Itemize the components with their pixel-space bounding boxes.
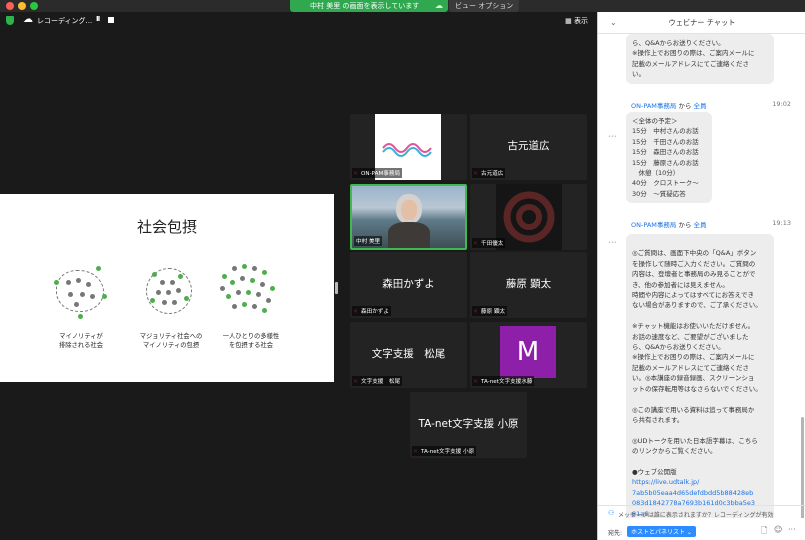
slide-caption-integration: マジョリティ社会への マイノリティの包摂: [139, 333, 203, 349]
shared-screen-slide: 社会包摂 マイノリティが 排除される社会 マジョリティ社会への マイノリティの包…: [0, 194, 334, 382]
chat-recipient: 全員: [693, 102, 707, 110]
grid-view-icon: ▦: [565, 17, 574, 25]
webinar-chat-panel: ⌄ ウェビナー チャット ら、Q&Aからお送りください。 ※操作上でお困りの際は…: [597, 12, 805, 540]
chat-message: ら、Q&Aからお送りください。 ※操作上でお困りの際は、ご案内メールに 記載のメ…: [626, 34, 774, 84]
chat-message: ＜全体の予定＞ 15分 中村さんのお話 15分 千田さんのお話 15分 森田さん…: [626, 112, 712, 204]
video-tile-ohara[interactable]: TA-net文字支援 小原 ✕ TA-net文字支援 小原: [410, 392, 527, 458]
slide-caption-inclusion: 一人ひとりの多様性 を包摂する社会: [222, 333, 280, 349]
chat-title: ウェビナー チャット: [668, 18, 736, 27]
chat-recipient: 全員: [693, 221, 707, 229]
more-icon[interactable]: ···: [788, 525, 796, 534]
file-icon[interactable]: 🗋: [761, 525, 767, 539]
maximize-window-button[interactable]: [30, 2, 38, 10]
screen-sharing-banner: 中村 美里 の画面を表示しています ☁: [290, 0, 448, 12]
avatar: •••: [608, 134, 617, 140]
view-options-button[interactable]: ビュー オプション ⌄: [449, 0, 519, 22]
tile-name: 千田優太: [472, 238, 506, 248]
chat-header: ⌄ ウェビナー チャット: [598, 12, 805, 34]
recipient-select[interactable]: ホストとパネリスト ⌄: [627, 526, 696, 537]
view-button[interactable]: ▦ 表示: [565, 16, 588, 26]
emoji-icon[interactable]: ☺: [774, 525, 782, 534]
tile-name: 藤原 顕太: [472, 306, 508, 316]
cloud-recording-icon: ☁: [23, 14, 33, 25]
resize-handle[interactable]: [335, 282, 338, 294]
meeting-area: ☁ レコーディング... II ▦ 表示 社会包摂 マイノリティが 排除される社…: [0, 12, 597, 540]
people-icon: ⚇: [608, 509, 615, 517]
slide-title: 社会包摂: [136, 218, 197, 236]
stop-recording-icon[interactable]: [108, 17, 114, 23]
inclusion-diagram: [216, 260, 282, 324]
sharing-banner-text: 中村 美里 の画面を表示しています: [310, 2, 420, 10]
avatar: •••: [608, 240, 617, 246]
pause-recording-icon[interactable]: II: [96, 15, 100, 23]
tile-name: 中村 美里: [354, 236, 383, 246]
chat-sender[interactable]: ON-PAM事務局: [631, 102, 676, 110]
avatar: M: [500, 326, 556, 378]
recording-label: レコーディング...: [37, 17, 93, 25]
tile-name: 古元道広: [472, 168, 506, 178]
chat-message-text: ◎ご質問は、画面下中央の「Q&A」ボタン を操作して随時ご入力ください。ご質問の…: [632, 249, 762, 476]
chat-scrollbar[interactable]: [801, 417, 804, 518]
chat-message-header: ON-PAM事務局 から 全員 19:02: [631, 100, 791, 110]
zoom-window: 中村 美里 の画面を表示しています ☁ ビュー オプション ⌄ ☁ レコーディン…: [0, 0, 805, 540]
tile-name: TA-net文字支援 小原: [412, 446, 477, 456]
video-tile-nakamura[interactable]: 中村 美里: [350, 184, 467, 250]
video-tile-matsuo[interactable]: 文字支援 松尾 ✕ 文字支援 松尾: [350, 322, 467, 388]
slide-caption-exclusion: マイノリティが 排除される社会: [58, 333, 104, 349]
video-tile-chida[interactable]: ✕ 千田優太: [470, 184, 587, 250]
chat-from: から: [678, 221, 692, 229]
chevron-down-icon[interactable]: ⌄: [610, 12, 617, 34]
video-tile-fujiwara[interactable]: 藤原 顕太 ✕ 藤原 顕太: [470, 252, 587, 318]
video-tile-on-pam[interactable]: ✕ ON-PAM事務局: [350, 114, 467, 180]
video-tile-suito[interactable]: M ✕ TA-net文字支援水藤: [470, 322, 587, 388]
view-button-label: 表示: [574, 17, 588, 25]
chat-sender[interactable]: ON-PAM事務局: [631, 221, 676, 229]
chida-video: [496, 184, 562, 250]
chat-time: 19:13: [772, 219, 791, 227]
chat-messages[interactable]: ら、Q&Aからお送りください。 ※操作上でお困りの際は、ご案内メールに 記載のメ…: [598, 34, 805, 518]
meeting-top-bar: ☁ レコーディング... II ▦ 表示: [0, 12, 597, 30]
tile-name: TA-net文字支援水藤: [472, 376, 535, 386]
tile-big-name: TA-net文字支援 小原: [418, 418, 519, 430]
tile-name: 森田かずよ: [352, 306, 391, 316]
tile-name: 文字支援 松尾: [352, 376, 403, 386]
integration-diagram: [140, 262, 202, 324]
visibility-notice[interactable]: メッセージは誰に表示されますか？レコーディングが有効: [618, 510, 773, 519]
minimize-window-button[interactable]: [18, 2, 26, 10]
to-label: 宛先:: [608, 530, 623, 537]
video-tile-morita[interactable]: 森田かずよ ✕ 森田かずよ: [350, 252, 467, 318]
tile-big-name: 古元道広: [507, 140, 550, 152]
chat-message-header: ON-PAM事務局 から 全員 19:13: [631, 219, 791, 229]
chat-footer: ⚇ メッセージは誰に表示されますか？レコーディングが有効 宛先: ホストとパネリ…: [598, 505, 805, 540]
chat-from: から: [678, 102, 692, 110]
chat-time: 19:02: [772, 100, 791, 108]
tile-name: ON-PAM事務局: [352, 168, 403, 178]
tile-big-name: 藤原 顕太: [505, 278, 552, 290]
cloud-icon: ☁: [435, 1, 443, 10]
video-tile-furumoto[interactable]: 古元道広 ✕ 古元道広: [470, 114, 587, 180]
exclusion-diagram: [50, 262, 112, 324]
chat-message: ◎ご質問は、画面下中央の「Q&A」ボタン を操作して随時ご入力ください。ご質問の…: [626, 234, 774, 518]
security-shield-icon[interactable]: [6, 16, 14, 25]
tile-big-name: 文字支援 松尾: [371, 348, 446, 360]
avatar-letter: M: [516, 337, 540, 367]
title-bar: 中村 美里 の画面を表示しています ☁ ビュー オプション ⌄: [0, 0, 805, 22]
tile-big-name: 森田かずよ: [382, 278, 435, 290]
close-window-button[interactable]: [6, 2, 14, 10]
